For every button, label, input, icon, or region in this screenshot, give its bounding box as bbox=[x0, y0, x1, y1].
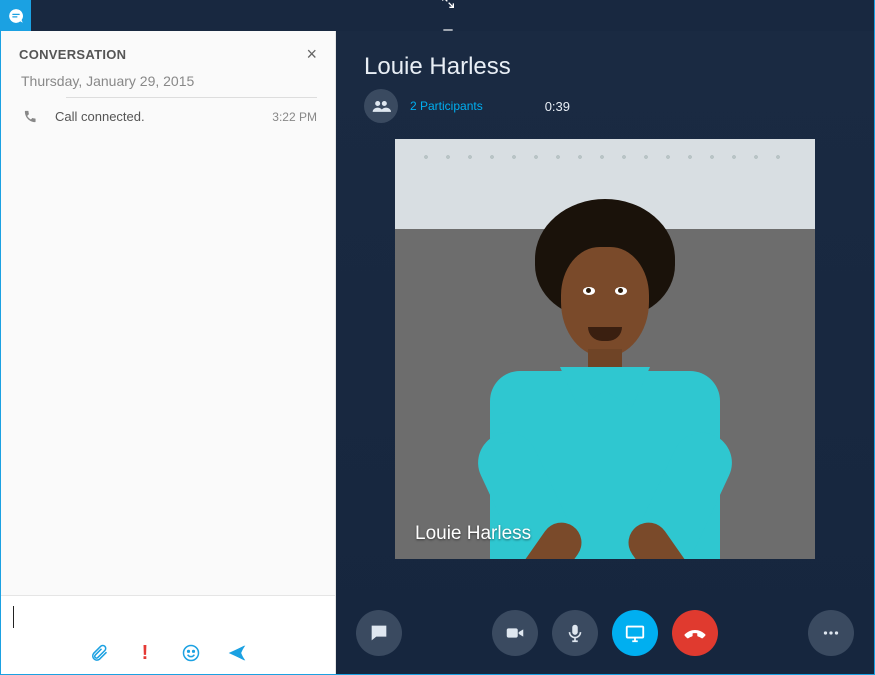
call-panel: Louie Harless 2 Participants 0:39 bbox=[336, 31, 874, 674]
message-input[interactable] bbox=[1, 596, 335, 638]
present-screen-button[interactable] bbox=[612, 610, 658, 656]
video-content bbox=[395, 139, 815, 559]
conversation-entry: Call connected. 3:22 PM bbox=[1, 99, 335, 124]
hangup-button[interactable] bbox=[672, 610, 718, 656]
message-input-area: ! bbox=[1, 595, 335, 674]
call-contact-name: Louie Harless bbox=[364, 53, 846, 81]
attach-button[interactable] bbox=[88, 642, 110, 664]
message-toolbar: ! bbox=[1, 638, 335, 674]
video-button[interactable] bbox=[492, 610, 538, 656]
conversation-time: 3:22 PM bbox=[272, 110, 317, 124]
conversation-header: CONVERSATION × bbox=[1, 31, 335, 71]
app-window: Viswanath Ramanan bbox=[0, 0, 875, 675]
more-button[interactable] bbox=[808, 610, 854, 656]
important-button[interactable]: ! bbox=[134, 642, 156, 664]
fullscreen-icon[interactable] bbox=[439, 0, 457, 11]
conversation-date: Thursday, January 29, 2015 bbox=[21, 73, 200, 89]
chat-toggle-button[interactable] bbox=[356, 610, 402, 656]
conversation-message: Call connected. bbox=[55, 109, 272, 124]
content-area: CONVERSATION × Thursday, January 29, 201… bbox=[1, 31, 874, 674]
call-duration: 0:39 bbox=[545, 99, 570, 114]
call-header: Louie Harless 2 Participants 0:39 bbox=[336, 31, 874, 127]
emoji-button[interactable] bbox=[180, 642, 202, 664]
participants-icon[interactable] bbox=[364, 89, 398, 123]
conversation-close-button[interactable]: × bbox=[306, 45, 317, 63]
video-frame: Louie Harless bbox=[395, 139, 815, 559]
mic-button[interactable] bbox=[552, 610, 598, 656]
send-button[interactable] bbox=[226, 642, 248, 664]
conversation-title: CONVERSATION bbox=[19, 47, 126, 62]
phone-icon bbox=[23, 109, 55, 124]
skype-logo-icon bbox=[1, 7, 31, 25]
call-controls bbox=[336, 610, 874, 656]
title-bar: Viswanath Ramanan bbox=[1, 1, 874, 31]
conversation-panel: CONVERSATION × Thursday, January 29, 201… bbox=[1, 31, 336, 674]
video-overlay-name: Louie Harless bbox=[415, 523, 531, 545]
participants-count[interactable]: 2 Participants bbox=[410, 99, 483, 113]
